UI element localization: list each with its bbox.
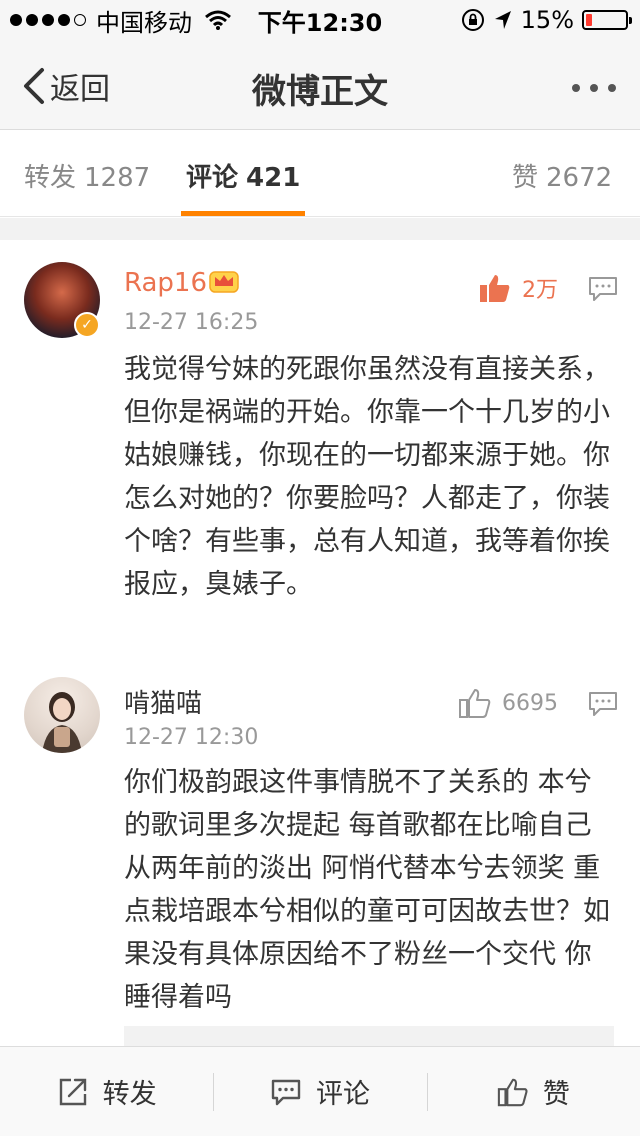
back-button[interactable]: 返回 — [20, 64, 110, 108]
thumbs-up-icon — [459, 689, 491, 718]
avatar-portrait-image — [42, 692, 82, 753]
tab-repost-label: 转发 — [24, 163, 77, 193]
chevron-left-icon — [24, 68, 44, 104]
repost-label: 转发 — [102, 1079, 157, 1110]
comment-username[interactable]: 啃猫喵 — [124, 683, 202, 720]
like-button[interactable]: 赞 — [426, 1047, 640, 1136]
comment-timestamp: 12-27 16:25 — [124, 310, 259, 335]
signal-strength-icon — [10, 14, 86, 26]
comment-like-button[interactable]: 2万 — [478, 272, 558, 304]
status-bar: 中国移动 下午12:30 15% — [0, 0, 640, 40]
comment-timestamp: 12-27 12:30 — [124, 725, 259, 750]
battery-icon — [582, 10, 632, 30]
thumbs-up-icon — [480, 275, 510, 302]
tab-likes[interactable]: 赞 2672 — [512, 157, 612, 194]
comment-username[interactable]: Rap16 — [124, 268, 207, 298]
battery-percent: 15% — [520, 6, 574, 34]
comment-text: 你们极韵跟这件事情脱不了关系的 本兮的歌词里多次提起 每首歌都在比喻自己 从两年… — [124, 767, 610, 1013]
active-tab-indicator — [181, 211, 305, 216]
verified-icon: ✓ — [74, 312, 100, 338]
reply-comment-icon[interactable] — [588, 691, 618, 717]
tab-comments-count: 421 — [246, 163, 301, 193]
comment-item: ✓ Rap16 12-27 16:25 2万 我觉得兮妹的死跟你虽然没有直接关系… — [0, 240, 640, 655]
comment-like-button[interactable]: 6695 — [458, 687, 558, 719]
comment-icon — [271, 1079, 301, 1105]
tab-comments-label: 评论 — [186, 163, 239, 193]
repost-button[interactable]: 转发 — [0, 1047, 213, 1136]
tab-likes-label: 赞 — [512, 163, 539, 193]
back-label: 返回 — [50, 72, 110, 107]
sort-strip — [0, 218, 640, 240]
nav-bar: 返回 微博正文 — [0, 40, 640, 130]
more-options-icon[interactable] — [572, 84, 616, 92]
comment-text: 我觉得兮妹的死跟你虽然没有直接关系，但你是祸端的开始。你靠一个十几岁的小姑娘赚钱… — [124, 354, 610, 600]
comment-button[interactable]: 评论 — [213, 1047, 426, 1136]
location-arrow-icon — [494, 11, 511, 29]
avatar[interactable] — [24, 677, 100, 753]
comment-item: 啃猫喵 12-27 12:30 6695 你们极韵跟这件事情脱不了关系的 本兮的… — [0, 655, 640, 1046]
tab-repost[interactable]: 转发 1287 — [24, 157, 150, 194]
tab-bar: 转发 1287 评论 421 赞 2672 — [0, 131, 640, 217]
comment-label: 评论 — [315, 1079, 370, 1110]
like-label: 赞 — [542, 1079, 570, 1110]
tab-likes-count: 2672 — [546, 163, 613, 193]
vip-crown-icon — [209, 271, 239, 293]
carrier-name: 中国移动 — [96, 8, 192, 37]
bottom-toolbar: 转发 评论 赞 — [0, 1046, 640, 1136]
tab-comments[interactable]: 评论 421 — [186, 157, 300, 194]
repost-icon — [59, 1078, 86, 1105]
rotation-lock-icon — [461, 9, 484, 31]
wifi-icon — [205, 10, 231, 30]
reply-comment-icon[interactable] — [588, 276, 618, 302]
tab-repost-count: 1287 — [84, 163, 151, 193]
comment-like-count: 6695 — [502, 690, 558, 716]
comment-like-count: 2万 — [522, 278, 558, 303]
battery-fill — [586, 14, 592, 26]
thumbs-up-icon — [497, 1078, 528, 1106]
